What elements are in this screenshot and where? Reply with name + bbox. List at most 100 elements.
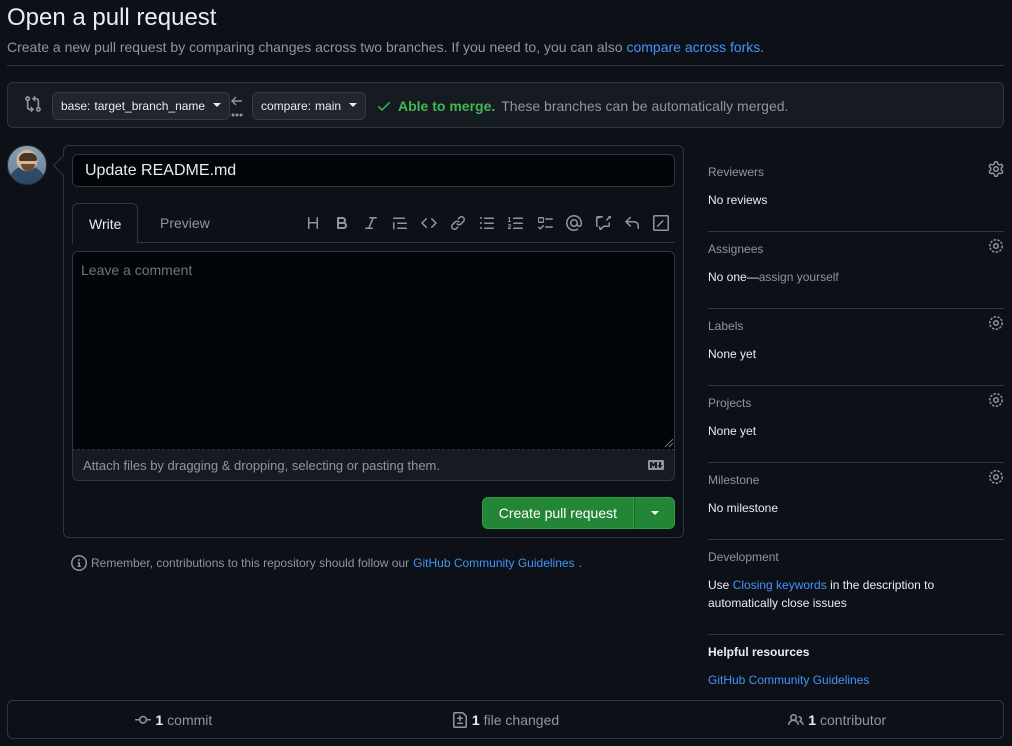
check-icon [378, 102, 390, 111]
slash-commands-icon[interactable] [646, 211, 675, 235]
labels-value: None yet [708, 347, 757, 361]
files-count: 1 [471, 711, 480, 728]
reminder-suffix: . [578, 556, 582, 570]
subtitle-text: Create a new pull request by comparing c… [7, 39, 623, 55]
code-icon[interactable] [414, 211, 443, 235]
reviewers-value: No reviews [708, 193, 768, 207]
reviewers-heading: Reviewers [708, 165, 765, 179]
pull-request-form: Write Preview Attach files by dragging &… [63, 145, 684, 538]
sidebar-development: Development Use Closing keywords in the … [708, 540, 1004, 635]
create-pull-request-button[interactable]: Create pull request [481, 497, 634, 529]
markdown-toolbar [298, 211, 675, 235]
ordered-list-icon[interactable] [501, 211, 530, 235]
merge-status: Able to merge. These branches can be aut… [376, 98, 788, 114]
merge-ok-text: Able to merge. [398, 98, 496, 114]
community-guidelines-link[interactable]: GitHub Community Guidelines [413, 556, 574, 570]
contributors-count: 1 [808, 711, 816, 728]
gear-icon[interactable] [988, 392, 1004, 408]
page-subtitle: Create a new pull request by comparing c… [7, 39, 764, 55]
link-icon[interactable] [443, 211, 472, 235]
resize-handle-icon[interactable] [662, 436, 674, 448]
create-pr-button-group: Create pull request [481, 497, 675, 529]
bold-icon[interactable] [327, 211, 356, 235]
assignees-value: No one—assign yourself [708, 268, 1004, 286]
tab-write[interactable]: Write [72, 203, 139, 244]
compare-branch-select[interactable]: compare: main [252, 92, 367, 120]
gear-icon[interactable] [988, 161, 1004, 177]
attach-files-bar[interactable]: Attach files by dragging & dropping, sel… [72, 450, 675, 481]
files-label: file changed [483, 711, 560, 728]
create-options-dropdown[interactable] [634, 497, 675, 529]
assign-yourself-link[interactable]: assign yourself [759, 270, 839, 284]
milestone-heading: Milestone [708, 473, 760, 487]
development-heading: Development [708, 550, 779, 564]
contribution-reminder: Remember, contributions to this reposito… [71, 555, 582, 571]
base-prefix: base: [61, 99, 91, 113]
closing-keywords-link[interactable]: Closing keywords [733, 578, 827, 592]
base-branch-select[interactable]: base: target_branch_name [52, 92, 231, 120]
task-list-icon[interactable] [530, 211, 559, 235]
sidebar-reviewers: Reviewers No reviews [708, 155, 1004, 232]
merge-desc-text: These branches can be automatically merg… [501, 98, 789, 114]
commits-label: commit [167, 711, 213, 728]
contributors-tab[interactable]: 1 contributor [671, 701, 1003, 738]
base-branch-name: target_branch_name [94, 99, 206, 113]
git-compare-icon [25, 95, 41, 113]
sidebar: Reviewers No reviews Assignees No one—as… [708, 155, 1004, 712]
compare-forks-link[interactable]: compare across forks [626, 39, 760, 55]
gear-icon[interactable] [988, 469, 1004, 485]
people-icon [788, 713, 805, 725]
compare-bar: base: target_branch_name compare: main A… [7, 82, 1004, 128]
comment-textarea[interactable] [72, 251, 675, 450]
git-commit-icon [135, 715, 152, 724]
header-divider [7, 65, 1004, 66]
editor-tabs: Write Preview [72, 203, 675, 244]
projects-heading: Projects [708, 396, 752, 410]
milestone-value: No milestone [708, 501, 779, 515]
reminder-text: Remember, contributions to this reposito… [91, 556, 410, 570]
compare-prefix: compare: [261, 99, 312, 113]
chevron-down-icon [349, 103, 358, 107]
helpful-resources-value: GitHub Community Guidelines [708, 671, 1004, 689]
arrow-left-icon [231, 96, 243, 117]
community-guidelines-sidebar-link[interactable]: GitHub Community Guidelines [708, 673, 869, 687]
cross-reference-icon[interactable] [588, 211, 617, 235]
chevron-down-icon [650, 511, 659, 515]
gear-icon[interactable] [988, 238, 1004, 254]
tab-preview[interactable]: Preview [144, 203, 226, 243]
avatar[interactable] [7, 145, 47, 185]
sidebar-assignees: Assignees No one—assign yourself [708, 232, 1004, 309]
subtitle-suffix: . [760, 39, 765, 55]
assignees-none: No one— [708, 270, 759, 284]
development-prefix: Use [708, 578, 730, 592]
commits-tab[interactable]: 1 commit [8, 701, 340, 738]
helpful-resources-heading: Helpful resources [708, 645, 810, 659]
title-input[interactable] [72, 154, 675, 187]
contributors-label: contributor [820, 711, 887, 728]
development-value: Use Closing keywords in the description … [708, 576, 1004, 612]
assignees-heading: Assignees [708, 242, 764, 256]
compare-branch-name: main [315, 99, 342, 113]
mention-icon[interactable] [559, 211, 588, 235]
pr-summary-bar: 1 commit 1 file changed 1 contributor [7, 700, 1004, 739]
quote-icon[interactable] [385, 211, 414, 235]
commits-count: 1 [155, 711, 164, 728]
italic-icon[interactable] [356, 211, 385, 235]
sidebar-milestone: Milestone No milestone [708, 463, 1004, 540]
page-title: Open a pull request [7, 4, 217, 31]
avatar-hair [19, 153, 37, 161]
projects-value: None yet [708, 424, 757, 438]
info-icon [71, 555, 87, 571]
heading-icon[interactable] [298, 211, 327, 235]
saved-reply-icon[interactable] [617, 211, 646, 235]
sidebar-projects: Projects None yet [708, 386, 1004, 463]
file-diff-icon [452, 711, 467, 728]
avatar-beard [21, 164, 35, 171]
gear-icon[interactable] [988, 315, 1004, 331]
sidebar-labels: Labels None yet [708, 309, 1004, 386]
chevron-down-icon [213, 103, 222, 107]
unordered-list-icon[interactable] [472, 211, 501, 235]
labels-heading: Labels [708, 319, 744, 333]
files-changed-tab[interactable]: 1 file changed [340, 701, 672, 738]
markdown-icon[interactable] [648, 459, 664, 471]
